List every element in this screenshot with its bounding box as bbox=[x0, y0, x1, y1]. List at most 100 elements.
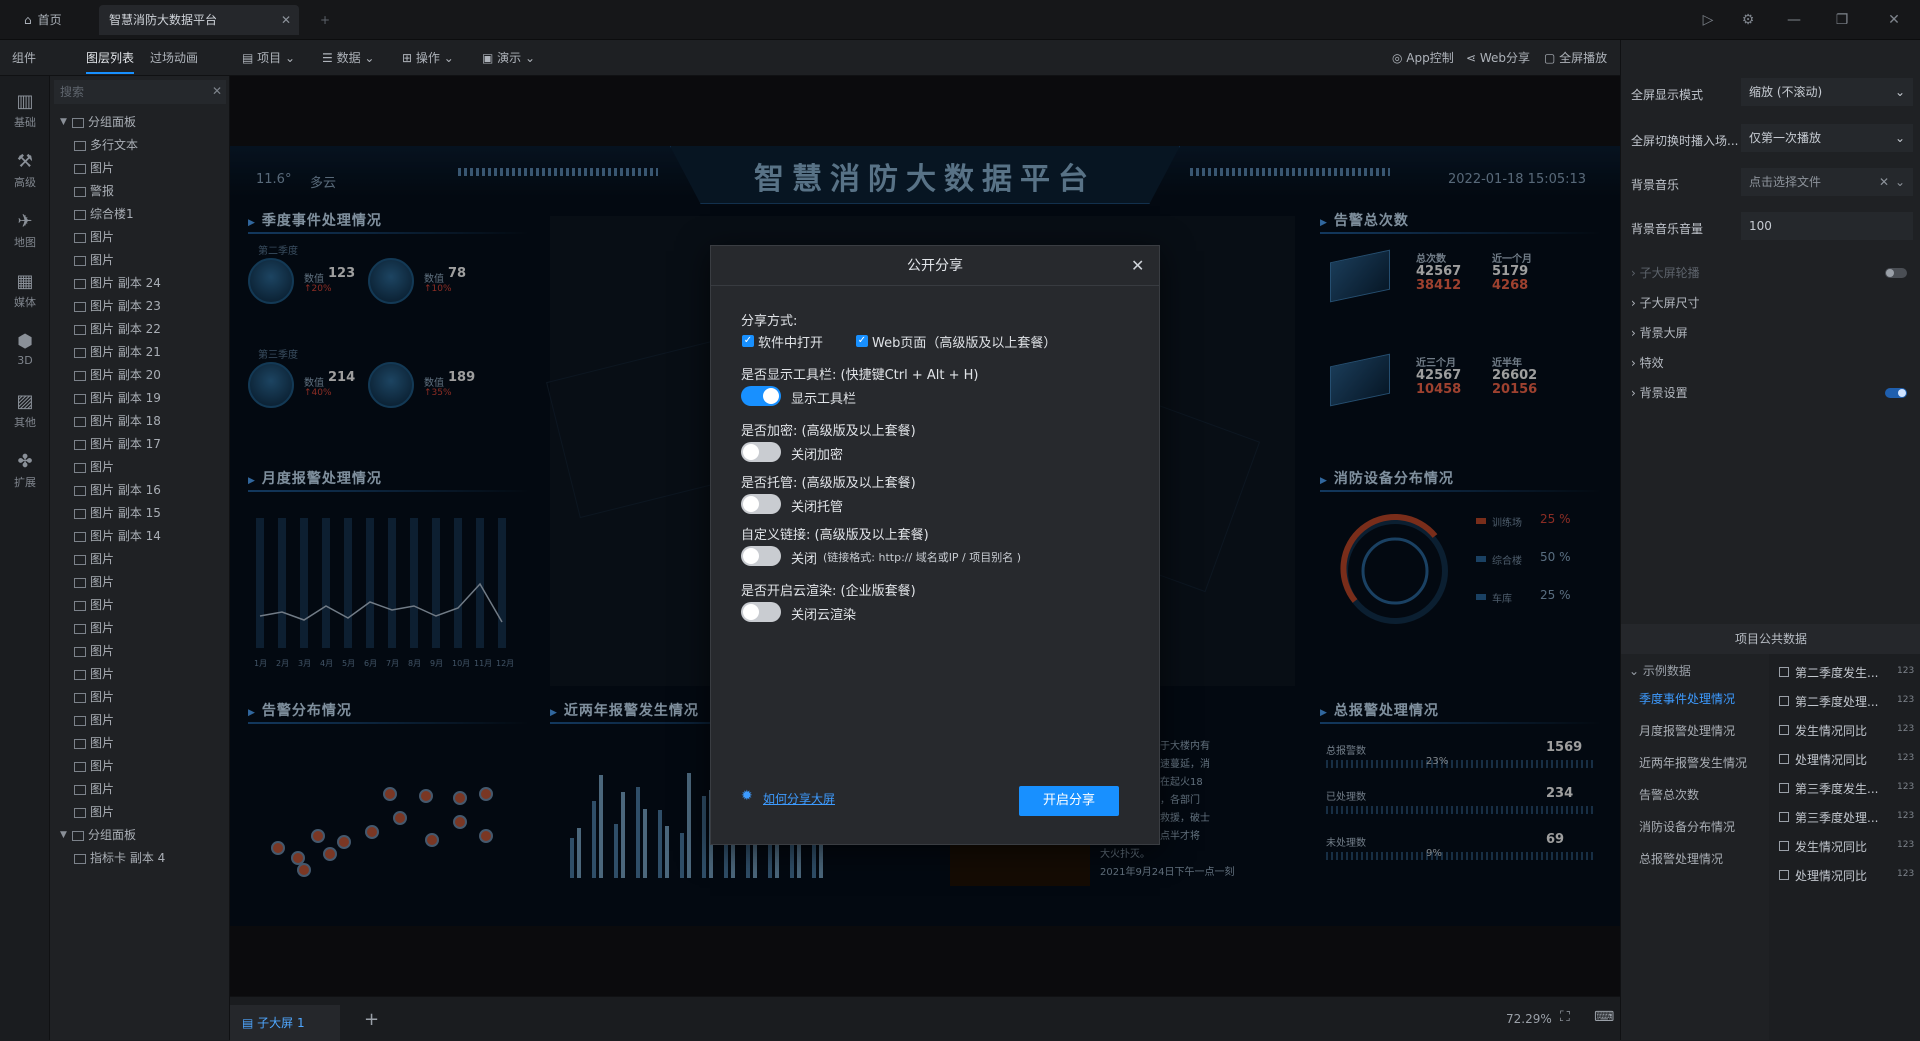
fullscreen-play-button[interactable]: ▢ 全屏播放 bbox=[1544, 40, 1607, 76]
tree-item[interactable]: 消防设备分布情况 bbox=[1639, 818, 1735, 835]
image-icon bbox=[74, 255, 86, 266]
field-checkbox[interactable] bbox=[1779, 783, 1789, 793]
field-type: 123 bbox=[1897, 724, 1915, 734]
rail-item-map[interactable]: ✈ 地图 bbox=[0, 204, 50, 260]
open-share-button[interactable]: 开启分享 bbox=[1019, 786, 1119, 816]
image-icon bbox=[74, 508, 86, 519]
collapse-effects[interactable]: › 特效 bbox=[1631, 354, 1664, 371]
minimize-icon[interactable]: — bbox=[1782, 8, 1806, 32]
rail-item-3d[interactable]: ⬢ 3D bbox=[0, 324, 50, 380]
image-icon bbox=[74, 761, 86, 772]
layer-label: 图片 bbox=[90, 782, 115, 796]
encrypt-toggle[interactable] bbox=[741, 442, 781, 462]
components-tab[interactable]: 组件 bbox=[12, 40, 36, 76]
field-checkbox[interactable] bbox=[1779, 725, 1789, 735]
settings-icon[interactable]: ⚙ bbox=[1736, 8, 1760, 32]
bar-chart-icon: ▥ bbox=[16, 91, 34, 112]
image-icon: ▨ bbox=[16, 391, 34, 412]
add-tab-button[interactable]: + bbox=[310, 5, 330, 35]
rail-item-extend[interactable]: ✤ 扩展 bbox=[0, 444, 50, 500]
cloud-render-toggle[interactable] bbox=[741, 602, 781, 622]
close-tab-icon[interactable]: ✕ bbox=[281, 5, 291, 35]
layer-list-tab[interactable]: 图层列表 bbox=[86, 40, 135, 74]
image-icon bbox=[74, 278, 86, 289]
layer-label: 图片 bbox=[90, 759, 115, 773]
field-checkbox[interactable] bbox=[1779, 841, 1789, 851]
operate-menu[interactable]: ⊞ 操作 ⌄ bbox=[402, 40, 454, 76]
play-icon[interactable]: ▷ bbox=[1696, 8, 1720, 32]
toggle-knob bbox=[1886, 269, 1894, 277]
close-dialog-icon[interactable]: ✕ bbox=[1131, 256, 1144, 275]
image-icon bbox=[74, 140, 86, 151]
fullscreen-mode-select[interactable]: 缩放 (不滚动) ⌄ bbox=[1741, 78, 1913, 106]
presentation-icon: ▣ bbox=[482, 51, 498, 65]
bg-settings-toggle[interactable] bbox=[1885, 388, 1907, 398]
tab-project-label: 智慧消防大数据平台 bbox=[109, 13, 218, 27]
image-icon bbox=[74, 600, 86, 611]
collapse-subscreen-carousel[interactable]: › 子大屏轮播 bbox=[1631, 264, 1700, 281]
layer-label: 图片 副本 20 bbox=[90, 368, 161, 382]
tree-item[interactable]: 月度报警处理情况 bbox=[1639, 722, 1735, 739]
tree-root[interactable]: ⌄ 示例数据 bbox=[1629, 662, 1691, 679]
custom-link-state: 关闭 bbox=[791, 552, 818, 567]
demo-menu[interactable]: ▣ 演示 ⌄ bbox=[482, 40, 535, 76]
app-control-button[interactable]: ◎ App控制 bbox=[1392, 40, 1454, 76]
web-share-button[interactable]: ⋖ Web分享 bbox=[1466, 40, 1530, 76]
collapse-subscreen-size[interactable]: › 子大屏尺寸 bbox=[1631, 294, 1700, 311]
component-category-rail: ▥ 基础 ⚒ 高级 ✈ 地图 ▦ 媒体 ⬢ 3D ▨ 其他 ✤ 扩展 bbox=[0, 76, 50, 1040]
checkbox-software[interactable]: ✓ bbox=[742, 335, 754, 347]
switch-anim-select[interactable]: 仅第一次播放 ⌄ bbox=[1741, 124, 1913, 152]
tree-item[interactable]: 告警总次数 bbox=[1639, 786, 1699, 803]
property-panel: 全屏显示模式 缩放 (不滚动) ⌄ 全屏切换时播入场... 仅第一次播放 ⌄ 背景音… bbox=[1620, 40, 1920, 1040]
field-checkbox[interactable] bbox=[1779, 696, 1789, 706]
toolbar-toggle[interactable] bbox=[741, 386, 781, 406]
rail-item-media[interactable]: ▦ 媒体 bbox=[0, 264, 50, 320]
layer-label: 分组面板 bbox=[88, 115, 137, 129]
field-checkbox[interactable] bbox=[1779, 754, 1789, 764]
clear-icon[interactable]: ✕ bbox=[1879, 168, 1889, 196]
close-window-icon[interactable]: ✕ bbox=[1882, 8, 1906, 32]
tree-item[interactable]: 季度事件处理情况 bbox=[1639, 690, 1735, 707]
layer-label: 图片 bbox=[90, 161, 115, 175]
tab-home[interactable]: ⌂ 首页 bbox=[14, 5, 104, 35]
public-data-title: 项目公共数据 bbox=[1621, 624, 1920, 654]
collapse-bg-screen[interactable]: › 背景大屏 bbox=[1631, 324, 1688, 341]
layer-item[interactable]: 指标卡 副本 4 bbox=[50, 844, 229, 872]
field-checkbox[interactable] bbox=[1779, 812, 1789, 822]
layer-label: 图片 副本 19 bbox=[90, 391, 161, 405]
data-menu[interactable]: ☰ 数据 ⌄ bbox=[322, 40, 374, 76]
carousel-toggle[interactable] bbox=[1885, 268, 1907, 278]
howto-share-link[interactable]: 如何分享大屏 bbox=[763, 790, 835, 807]
transition-tab[interactable]: 过场动画 bbox=[150, 40, 198, 76]
tab-project[interactable]: 智慧消防大数据平台 ✕ bbox=[99, 5, 299, 35]
subscreen-tab[interactable]: ▤ 子大屏 1 bbox=[230, 1005, 340, 1041]
field-checkbox[interactable] bbox=[1779, 667, 1789, 677]
rail-item-advanced[interactable]: ⚒ 高级 bbox=[0, 144, 50, 200]
tree-item[interactable]: 总报警处理情况 bbox=[1639, 850, 1723, 867]
bg-volume-input[interactable]: 100 bbox=[1741, 212, 1913, 240]
keyboard-icon[interactable]: ⌨ bbox=[1594, 1009, 1614, 1025]
field-label: 处理情况同比 bbox=[1795, 753, 1868, 767]
field-checkbox[interactable] bbox=[1779, 870, 1789, 880]
image-icon bbox=[74, 646, 86, 657]
add-subscreen-icon[interactable]: + bbox=[364, 1009, 379, 1030]
layer-label: 图片 副本 23 bbox=[90, 299, 161, 313]
tree-item[interactable]: 近两年报警发生情况 bbox=[1639, 754, 1747, 771]
toggle-knob bbox=[763, 388, 779, 404]
collapse-bg-settings[interactable]: › 背景设置 bbox=[1631, 384, 1688, 401]
hosting-toggle[interactable] bbox=[741, 494, 781, 514]
project-menu[interactable]: ▤ 项目 ⌄ bbox=[242, 40, 295, 76]
custom-link-toggle[interactable] bbox=[741, 546, 781, 566]
rail-item-basic[interactable]: ▥ 基础 bbox=[0, 84, 50, 140]
restore-icon[interactable]: ❐ bbox=[1830, 8, 1854, 32]
database-icon: ☰ bbox=[322, 51, 337, 65]
rail-item-other[interactable]: ▨ 其他 bbox=[0, 384, 50, 440]
chevron-down-icon: ⌄ bbox=[1894, 175, 1905, 189]
clear-search-icon[interactable]: ✕ bbox=[212, 84, 222, 98]
layer-label: 分组面板 bbox=[88, 828, 137, 842]
layer-label: 图片 副本 15 bbox=[90, 506, 161, 520]
fit-screen-icon[interactable]: ⛶ bbox=[1560, 1009, 1570, 1025]
bg-music-picker[interactable]: 点击选择文件 ✕ ⌄ bbox=[1741, 168, 1913, 196]
checkbox-web[interactable]: ✓ bbox=[856, 335, 868, 347]
layer-search-input[interactable]: 搜索 bbox=[54, 80, 226, 104]
